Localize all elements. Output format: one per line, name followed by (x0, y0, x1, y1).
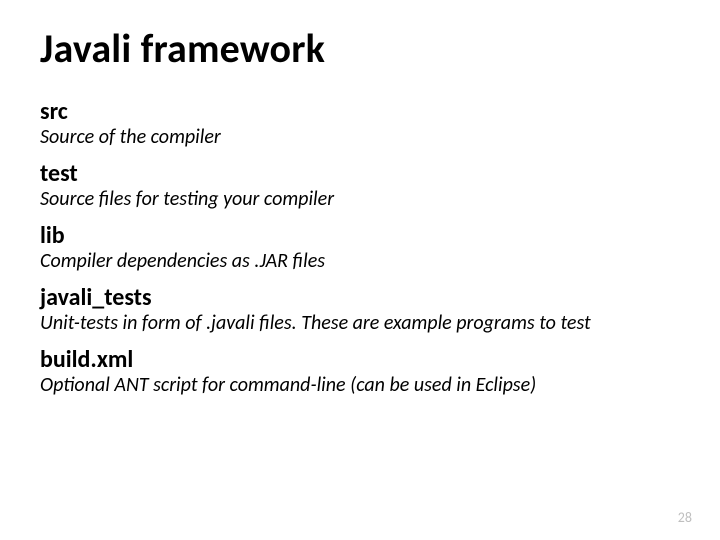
entry-src-desc: Source of the compiler (40, 126, 680, 149)
slide: Javali framework src Source of the compi… (0, 0, 720, 540)
entry-test-desc: Source files for testing your compiler (40, 188, 680, 211)
slide-title: Javali framework (40, 24, 680, 73)
entry-buildxml-desc: Optional ANT script for command-line (ca… (40, 374, 680, 397)
entry-buildxml-name: build.xml (40, 345, 680, 374)
entry-javali-tests-desc: Unit-tests in form of .javali files. The… (40, 312, 680, 335)
entry-src-name: src (40, 97, 680, 126)
entry-lib-name: lib (40, 221, 680, 250)
page-number: 28 (678, 509, 692, 526)
entry-test-name: test (40, 159, 680, 188)
entry-javali-tests-name: javali_tests (40, 283, 680, 312)
entry-lib-desc: Compiler dependencies as .JAR files (40, 250, 680, 273)
